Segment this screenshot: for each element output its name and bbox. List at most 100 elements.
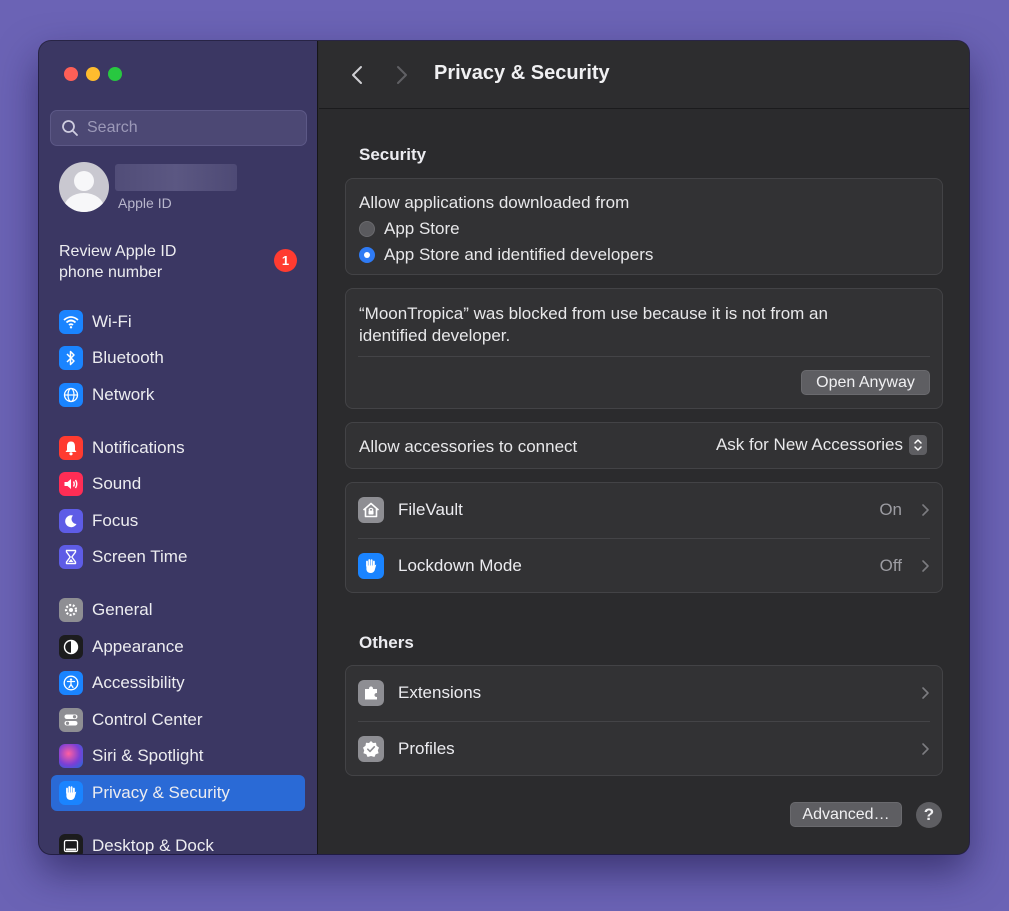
- lockdown-mode-value: Off: [879, 556, 902, 575]
- gear-icon: [59, 598, 83, 622]
- sidebar-item-label: Desktop & Dock: [92, 836, 214, 854]
- apple-id-label: Apple ID: [118, 194, 172, 211]
- blocked-message-line-1: “MoonTropica” was blocked from use becau…: [359, 304, 828, 323]
- avatar: [59, 162, 109, 212]
- profiles-row[interactable]: Profiles: [346, 722, 942, 777]
- accessories-card: Allow accessories to connect Ask for New…: [345, 422, 943, 469]
- speaker-icon: [59, 472, 83, 496]
- account-name-redacted: [115, 163, 237, 191]
- back-button[interactable]: [345, 63, 369, 87]
- sidebar-item-general[interactable]: General: [51, 592, 305, 628]
- bell-icon: [59, 436, 83, 460]
- sidebar-item-sound[interactable]: Sound: [51, 466, 305, 502]
- sidebar-item-accessibility[interactable]: Accessibility: [51, 665, 305, 701]
- sidebar-item-label: Bluetooth: [92, 348, 164, 367]
- sidebar-item-network[interactable]: Network: [51, 377, 305, 413]
- review-line-1: Review Apple ID: [59, 243, 177, 260]
- sidebar-item-label: Siri & Spotlight: [92, 746, 204, 765]
- hourglass-icon: [59, 545, 83, 569]
- radio-app-store-identified[interactable]: App Store and identified developers: [359, 245, 653, 265]
- radio-button[interactable]: [359, 221, 375, 237]
- sidebar-item-screen-time[interactable]: Screen Time: [51, 539, 305, 575]
- divider: [358, 356, 930, 357]
- forward-button[interactable]: [390, 63, 414, 87]
- filevault-label: FileVault: [398, 500, 463, 519]
- siri-icon: [59, 744, 83, 768]
- chevron-right-icon: [922, 687, 929, 699]
- accessories-popup[interactable]: Ask for New Accessories: [716, 435, 927, 455]
- advanced-button[interactable]: Advanced…: [790, 802, 902, 827]
- chevron-right-icon: [922, 504, 929, 516]
- blocked-message: “MoonTropica” was blocked from use becau…: [359, 303, 828, 347]
- dock-icon: [59, 834, 83, 854]
- sidebar-item-label: Privacy & Security: [92, 783, 230, 802]
- notification-badge: 1: [274, 249, 297, 272]
- help-button[interactable]: ?: [916, 802, 942, 828]
- chevron-right-icon: [922, 743, 929, 755]
- accessibility-icon: [59, 671, 83, 695]
- sidebar-item-focus[interactable]: Focus: [51, 503, 305, 539]
- zoom-button[interactable]: [108, 67, 122, 81]
- review-line-2: phone number: [59, 264, 163, 281]
- filevault-value: On: [879, 500, 902, 519]
- sidebar-item-appearance[interactable]: Appearance: [51, 629, 305, 665]
- chevron-left-icon: [352, 66, 362, 84]
- sidebar-item-label: Sound: [92, 474, 142, 493]
- radio-app-store[interactable]: App Store: [359, 219, 653, 239]
- bluetooth-icon: [59, 346, 83, 370]
- sidebar-item-wifi[interactable]: Wi-Fi: [51, 304, 305, 340]
- sidebar-item-label: Wi-Fi: [92, 312, 132, 331]
- apple-id-row[interactable]: Apple ID: [59, 162, 237, 212]
- search-field[interactable]: [50, 110, 307, 146]
- others-heading: Others: [359, 633, 414, 652]
- checkmark-seal-icon: [358, 736, 384, 762]
- sidebar-item-label: Focus: [92, 511, 139, 530]
- chevron-right-icon: [922, 560, 929, 572]
- others-card: Extensions Profiles: [345, 665, 943, 776]
- allow-apps-label: Allow applications downloaded from: [359, 193, 630, 212]
- filevault-row[interactable]: FileVault On: [346, 483, 942, 538]
- puzzle-icon: [358, 680, 384, 706]
- blocked-app-card: “MoonTropica” was blocked from use becau…: [345, 288, 943, 409]
- sidebar-item-desktop-dock[interactable]: Desktop & Dock: [51, 828, 305, 854]
- hand-icon: [358, 553, 384, 579]
- sidebar-item-label: Screen Time: [92, 547, 188, 566]
- sidebar-item-control-center[interactable]: Control Center: [51, 702, 305, 738]
- globe-icon: [59, 383, 83, 407]
- lockdown-mode-row[interactable]: Lockdown Mode Off: [346, 539, 942, 594]
- radio-label: App Store and identified developers: [384, 245, 654, 264]
- toggles-icon: [59, 708, 83, 732]
- moon-icon: [59, 509, 83, 533]
- search-icon: [62, 120, 78, 136]
- sidebar-item-privacy-security[interactable]: Privacy & Security: [51, 775, 305, 811]
- lockdown-mode-label: Lockdown Mode: [398, 556, 522, 575]
- open-anyway-button[interactable]: Open Anyway: [801, 370, 930, 395]
- radio-button-selected[interactable]: [359, 247, 375, 263]
- sidebar-item-siri-spotlight[interactable]: Siri & Spotlight: [51, 738, 305, 774]
- sidebar-item-label: General: [92, 600, 153, 619]
- sidebar-item-bluetooth[interactable]: Bluetooth: [51, 340, 305, 376]
- hand-icon: [59, 781, 83, 805]
- close-button[interactable]: [64, 67, 78, 81]
- sidebar-item-label: Notifications: [92, 438, 185, 457]
- minimize-button[interactable]: [86, 67, 100, 81]
- allow-apps-card: Allow applications downloaded from App S…: [345, 178, 943, 275]
- sidebar-item-notifications[interactable]: Notifications: [51, 430, 305, 466]
- house-lock-icon: [358, 497, 384, 523]
- extensions-label: Extensions: [398, 683, 482, 702]
- sidebar-item-label: Control Center: [92, 710, 203, 729]
- appearance-icon: [59, 635, 83, 659]
- chevron-right-icon: [397, 66, 407, 84]
- sidebar: Apple ID Review Apple ID phone number 1 …: [39, 41, 318, 854]
- page-title: Privacy & Security: [434, 62, 610, 84]
- traffic-lights: [64, 67, 122, 81]
- blocked-message-line-2: identified developer.: [359, 326, 511, 345]
- toolbar: Privacy & Security: [319, 41, 969, 109]
- accessories-value: Ask for New Accessories: [715, 435, 903, 454]
- review-apple-id-item[interactable]: Review Apple ID phone number: [59, 241, 299, 283]
- radio-label: App Store: [384, 219, 460, 238]
- search-input[interactable]: [87, 119, 287, 137]
- extensions-row[interactable]: Extensions: [346, 666, 942, 721]
- sidebar-item-label: Appearance: [92, 637, 184, 656]
- filevault-lockdown-card: FileVault On Lockdown Mode Off: [345, 482, 943, 593]
